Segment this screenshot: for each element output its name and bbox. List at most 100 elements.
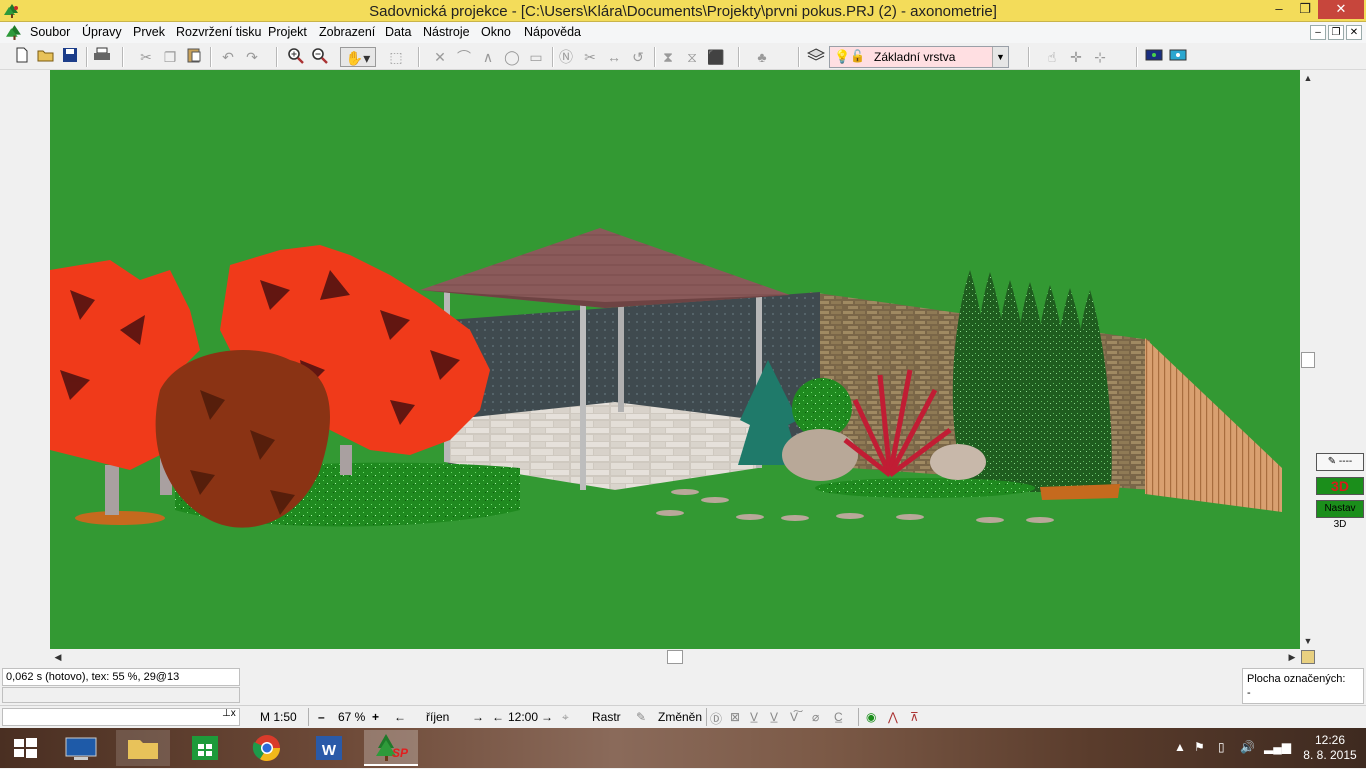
open-folder-icon[interactable] [36,47,56,67]
scissors-icon[interactable]: ✂ [580,47,600,67]
scroll-down-icon[interactable]: ▼ [1300,633,1316,649]
snap-d-icon[interactable]: Ⓓ [710,710,722,727]
plant-icon[interactable]: ♣ [752,47,772,67]
maximize-button[interactable]: ❐ [1292,0,1318,19]
snap-cross-icon[interactable]: ⊹ [1090,47,1110,67]
measure-icon[interactable]: ↔ [604,47,624,67]
close-button[interactable]: ✕ [1318,0,1364,19]
menu-data[interactable]: Data [385,25,411,39]
axes-icon[interactable]: ⊥x [222,708,236,719]
scroll-up-icon[interactable]: ▲ [1300,70,1316,86]
nastav-3d-button[interactable]: Nastav 3D [1316,500,1364,530]
polyline-icon[interactable]: ∧ [478,47,498,67]
volume-icon[interactable]: 🔊 [1240,740,1255,754]
delete-icon[interactable]: ✕ [430,47,450,67]
zoom-out-icon[interactable] [310,47,330,67]
zoom-plus-button[interactable]: + [372,710,379,724]
zoom-minus-button[interactable]: – [318,710,325,724]
toggle-3d-button[interactable]: 3D [1316,477,1364,495]
menu-zobrazeni[interactable]: Zobrazení [319,25,375,39]
node-icon[interactable]: Ⓝ [556,47,576,67]
fit-icon[interactable]: ⬛ [706,47,726,67]
snap-c-icon[interactable]: C̲ [834,710,843,724]
rotate-icon[interactable]: ↺ [628,47,648,67]
month-prev-button[interactable]: ← [394,710,406,724]
vertical-scroll-thumb[interactable] [1301,352,1315,368]
chevron-down-icon[interactable]: ▼ [992,47,1008,67]
word-icon[interactable]: W [302,730,356,766]
zoom-in-icon[interactable] [286,47,306,67]
minimize-button[interactable]: – [1266,0,1292,19]
line-style-button[interactable]: ✎ ---- [1316,453,1364,471]
crosshair-icon[interactable]: ✛ [1066,47,1086,67]
layer-select[interactable]: 💡 🔓 Základní vrstva ▼ [829,46,1009,68]
ellipse-icon[interactable]: ◯ [502,47,522,67]
menu-rozvrzeni-tisku[interactable]: Rozvržení tisku [176,25,261,39]
menu-okno[interactable]: Okno [481,25,511,39]
snap-x-icon[interactable]: ⊠ [730,710,740,724]
scroll-left-icon[interactable]: ◀ [50,649,66,665]
screen-blue-icon[interactable] [1144,47,1164,67]
store-icon[interactable] [178,730,232,766]
file-explorer-icon[interactable] [116,730,170,766]
hand-cursor-icon[interactable]: ☝ [1042,47,1062,67]
network-icon[interactable]: ▂▄▆ [1264,740,1291,754]
redo-icon[interactable]: ↷ [242,47,262,67]
screen-cyan-icon[interactable] [1168,47,1188,67]
view-target-icon[interactable]: ◉ [866,710,876,724]
sadovnicka-projekce-icon[interactable]: SP [364,730,418,766]
bulb-icon[interactable]: 💡 [834,49,850,65]
snap-vt-icon[interactable]: V͠ [790,710,798,724]
horizontal-scroll-thumb[interactable] [667,650,683,664]
chrome-icon[interactable] [240,730,294,766]
raster-button[interactable]: Rastr [592,710,621,724]
changed-pen-icon: ✎ [636,710,647,724]
mirror-vertical-icon[interactable]: ⧗ [658,47,678,67]
snap-v-icon[interactable]: V̲ [750,710,758,724]
lenovo-icon[interactable] [54,730,108,766]
menu-napoveda[interactable]: Nápověda [524,25,581,39]
battery-icon[interactable]: ▯ [1218,740,1225,754]
vertical-scrollbar[interactable]: ▲ ▼ [1300,70,1316,649]
move-object-icon[interactable]: ⬚ [386,47,406,67]
lock-icon[interactable]: 🔓 [850,49,865,63]
mdi-close-button[interactable]: ✕ [1346,25,1362,40]
snap-angle-icon[interactable]: ⌀ [812,710,819,724]
mdi-restore-button[interactable]: ❐ [1328,25,1344,40]
menu-soubor[interactable]: Soubor [30,25,70,39]
view-perspective-icon[interactable]: ⋀ [888,710,898,724]
scroll-right-icon[interactable]: ▶ [1284,649,1300,665]
time-prev-button[interactable]: ← [492,710,504,724]
mirror-horizontal-icon[interactable]: ⧖ [682,47,702,67]
month-next-button[interactable]: → [472,710,484,724]
axonometry-viewport[interactable] [50,70,1300,649]
save-icon[interactable] [60,47,80,67]
rectangle-icon[interactable]: ▭ [526,47,546,67]
tray-chevron-icon[interactable]: ▲ [1174,740,1186,754]
horizontal-scrollbar[interactable]: ◀ ▶ [50,649,1300,665]
arc-icon[interactable]: ⌒ [454,47,474,67]
snap-v2-icon[interactable]: V̲ [770,710,778,724]
layers-icon[interactable] [806,47,826,67]
print-icon[interactable] [92,47,112,67]
raster-icon[interactable]: ⌖ [562,710,569,725]
mdi-minimize-button[interactable]: – [1310,25,1326,40]
menu-upravy[interactable]: Úpravy [82,25,122,39]
changed-status: Změněn [658,710,703,724]
clock[interactable]: 12:26 8. 8. 2015 [1300,733,1360,763]
pan-hand-button[interactable]: ✋▾ [340,47,376,67]
undo-icon[interactable]: ↶ [218,47,238,67]
view-axon-icon[interactable]: ⊼ [910,710,919,724]
time-next-button[interactable]: → [541,710,553,724]
action-center-icon[interactable]: ⚑ [1194,740,1205,754]
menu-nastroje[interactable]: Nástroje [423,25,470,39]
paste-icon[interactable] [184,47,204,67]
scale-label[interactable]: M 1:50 [260,710,297,724]
start-button[interactable] [0,730,50,766]
new-file-icon[interactable] [12,47,32,67]
copy-icon[interactable]: ❐ [160,47,180,67]
cut-icon[interactable]: ✂ [136,47,156,67]
corner-grip-icon[interactable] [1301,650,1315,664]
menu-prvek[interactable]: Prvek [133,25,165,39]
menu-projekt[interactable]: Projekt [268,25,307,39]
